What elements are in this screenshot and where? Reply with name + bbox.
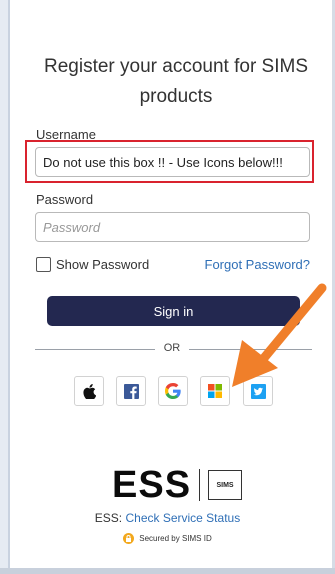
- facebook-icon: [123, 383, 139, 399]
- microsoft-signin-button[interactable]: [200, 376, 230, 406]
- sims-logo: SIMS: [208, 470, 243, 500]
- page-title: Register your account for SIMS products: [44, 56, 308, 107]
- password-input[interactable]: [35, 212, 310, 242]
- show-password-label: Show Password: [56, 257, 150, 272]
- username-input[interactable]: [35, 147, 310, 177]
- show-password-checkbox[interactable]: [36, 257, 51, 272]
- brand-logos: ESS SIMS: [112, 464, 243, 506]
- annotation-arrow: [232, 283, 327, 387]
- apple-icon: [82, 383, 96, 399]
- ess-logo: ESS: [112, 464, 192, 506]
- google-icon: [165, 383, 181, 399]
- secured-by-row: Secured by SIMS ID: [0, 533, 335, 544]
- window-left-border: [0, 0, 10, 574]
- window-bottom-border: [0, 568, 335, 574]
- apple-signin-button[interactable]: [74, 376, 104, 406]
- facebook-signin-button[interactable]: [116, 376, 146, 406]
- google-signin-button[interactable]: [158, 376, 188, 406]
- lock-icon: [123, 533, 135, 544]
- or-separator: OR: [163, 342, 181, 354]
- logo-divider: [199, 469, 201, 501]
- password-label: Password: [36, 192, 94, 207]
- service-status-row: ESS: Check Service Status: [0, 511, 335, 525]
- check-service-status-link[interactable]: Check Service Status: [125, 511, 240, 525]
- forgot-password-link[interactable]: Forgot Password?: [205, 257, 311, 272]
- secured-by-text: Secured by SIMS ID: [139, 534, 212, 543]
- status-prefix: ESS:: [94, 511, 126, 525]
- divider-left: [35, 349, 155, 350]
- show-password-toggle[interactable]: Show Password: [36, 257, 149, 272]
- microsoft-icon: [208, 384, 222, 398]
